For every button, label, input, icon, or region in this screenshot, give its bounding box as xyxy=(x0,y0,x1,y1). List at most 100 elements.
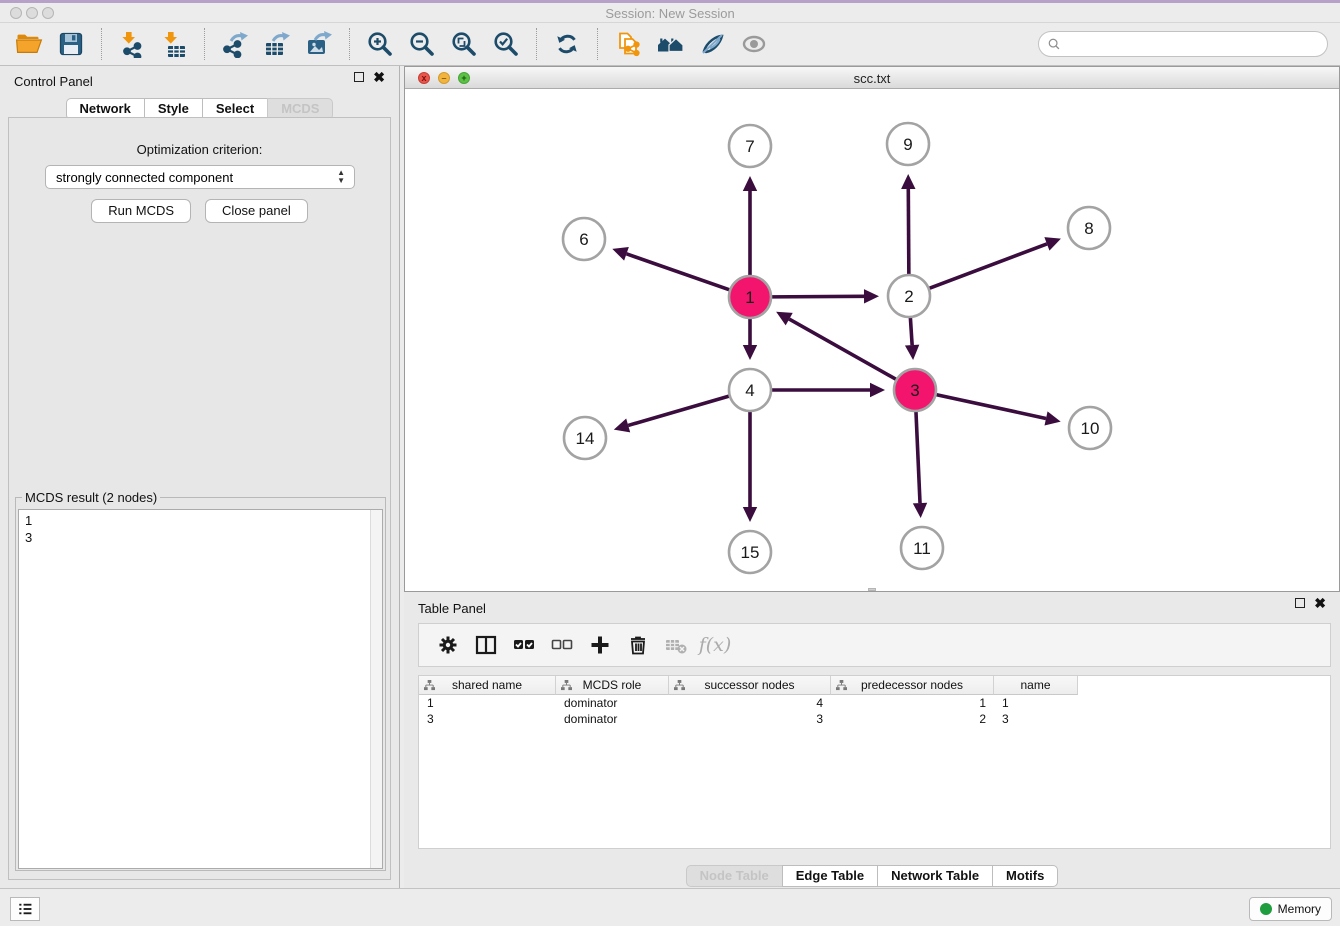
graph-edge-2-9[interactable] xyxy=(908,189,909,275)
control-panel-close-button[interactable]: ✖ xyxy=(373,72,385,82)
edge-arrowhead xyxy=(905,345,919,360)
table-cell[interactable]: 1 xyxy=(831,695,994,711)
table-row[interactable]: 1dominator411 xyxy=(419,695,1330,711)
column-header-MCDS-role[interactable]: MCDS role xyxy=(556,676,669,695)
split-columns-button[interactable] xyxy=(471,629,501,661)
tab-edge-table[interactable]: Edge Table xyxy=(782,865,878,887)
control-panel: Control Panel ✖ NetworkStyleSelectMCDS O… xyxy=(0,66,400,888)
table-cell[interactable]: 2 xyxy=(831,711,994,727)
task-history-button[interactable] xyxy=(10,897,40,921)
hide-graphics-details-button[interactable] xyxy=(696,27,728,61)
control-panel-float-button[interactable] xyxy=(354,72,364,82)
zoom-selected-icon xyxy=(492,30,520,58)
graph-node-label: 9 xyxy=(903,135,912,154)
show-details-icon xyxy=(740,30,768,58)
duplicate-network-button[interactable] xyxy=(612,27,644,61)
edge-arrowhead xyxy=(743,345,757,360)
table-cell[interactable]: dominator xyxy=(556,711,669,727)
search-input[interactable] xyxy=(1066,34,1327,54)
export-image-button[interactable] xyxy=(303,27,335,61)
add-column-button[interactable] xyxy=(585,629,615,661)
tab-motifs[interactable]: Motifs xyxy=(992,865,1058,887)
hide-graphics-details-icon xyxy=(698,30,726,58)
show-details-button[interactable] xyxy=(738,27,770,61)
tab-node-table[interactable]: Node Table xyxy=(686,865,783,887)
save-session-icon xyxy=(57,30,85,58)
graph-edge-2-8[interactable] xyxy=(929,244,1047,289)
table-panel-close-button[interactable]: ✖ xyxy=(1314,598,1326,608)
network-window-titlebar: x – + scc.txt xyxy=(405,67,1339,89)
import-network-icon xyxy=(118,30,146,58)
close-panel-button[interactable]: Close panel xyxy=(205,199,308,223)
edge-arrowhead xyxy=(614,419,630,433)
column-type-icon xyxy=(836,680,847,691)
import-network-button[interactable] xyxy=(116,27,148,61)
graph-edge-1-6[interactable] xyxy=(626,254,730,290)
export-image-icon xyxy=(305,30,333,58)
delete-column-button[interactable] xyxy=(623,629,653,661)
splitter-handle[interactable] xyxy=(868,588,876,591)
import-table-button[interactable] xyxy=(158,27,190,61)
table-cell[interactable]: 1 xyxy=(994,695,1078,711)
select-all-icon xyxy=(513,634,535,656)
zoom-selected-button[interactable] xyxy=(490,27,522,61)
toolbar-separator xyxy=(536,28,537,60)
table-panel-title: Table Panel xyxy=(418,601,486,616)
column-type-icon xyxy=(561,680,572,691)
add-column-icon xyxy=(589,634,611,656)
save-session-button[interactable] xyxy=(55,27,87,61)
deselect-all-icon xyxy=(551,634,573,656)
table-cell[interactable]: 3 xyxy=(419,711,556,727)
mcds-result-area[interactable]: 1 3 xyxy=(18,509,383,869)
table-row[interactable]: 3dominator323 xyxy=(419,711,1330,727)
refresh-layout-button[interactable] xyxy=(551,27,583,61)
zoom-fit-button[interactable] xyxy=(448,27,480,61)
delete-table-icon xyxy=(665,634,687,656)
column-header-name[interactable]: name xyxy=(994,676,1078,695)
deselect-all-button[interactable] xyxy=(547,629,577,661)
window-title: Session: New Session xyxy=(0,6,1340,21)
table-cell[interactable]: 4 xyxy=(669,695,831,711)
table-cell[interactable]: 3 xyxy=(994,711,1078,727)
memory-button[interactable]: Memory xyxy=(1249,897,1332,921)
export-table-button[interactable] xyxy=(261,27,293,61)
table-toolbar: f(x) xyxy=(418,623,1331,667)
column-header-predecessor-nodes[interactable]: predecessor nodes xyxy=(831,676,994,695)
zoom-in-button[interactable] xyxy=(364,27,396,61)
home-button[interactable] xyxy=(654,27,686,61)
graph-edge-1-2[interactable] xyxy=(771,296,864,297)
column-header-successor-nodes[interactable]: successor nodes xyxy=(669,676,831,695)
memory-status-icon xyxy=(1260,903,1272,915)
graph-edge-3-1[interactable] xyxy=(789,319,897,380)
graph-edge-4-14[interactable] xyxy=(628,396,730,426)
graph-node-label: 15 xyxy=(741,543,760,562)
run-mcds-button[interactable]: Run MCDS xyxy=(91,199,191,223)
table-body: 1dominator4113dominator323 xyxy=(419,695,1330,727)
edge-arrowhead xyxy=(1044,411,1060,425)
table-panel-float-button[interactable] xyxy=(1295,598,1305,608)
list-icon xyxy=(15,899,35,919)
tab-network-table[interactable]: Network Table xyxy=(877,865,993,887)
column-header-shared-name[interactable]: shared name xyxy=(419,676,556,695)
delete-table-button xyxy=(661,629,691,661)
export-network-button[interactable] xyxy=(219,27,251,61)
table-cell[interactable]: dominator xyxy=(556,695,669,711)
graph-edge-3-11[interactable] xyxy=(916,411,920,503)
open-session-button[interactable] xyxy=(13,27,45,61)
export-table-icon xyxy=(263,30,291,58)
graph-edge-2-3[interactable] xyxy=(910,317,912,345)
open-session-icon xyxy=(15,30,43,58)
criterion-select[interactable]: strongly connected component ▲▼ xyxy=(45,165,355,189)
select-all-button[interactable] xyxy=(509,629,539,661)
table-cell[interactable]: 3 xyxy=(669,711,831,727)
graph-node-label: 11 xyxy=(913,539,931,558)
settings-button[interactable] xyxy=(433,629,463,661)
result-scrollbar[interactable] xyxy=(370,510,382,868)
search-icon xyxy=(1047,37,1061,51)
table-cell[interactable]: 1 xyxy=(419,695,556,711)
settings-icon xyxy=(437,634,459,656)
graph-edge-3-10[interactable] xyxy=(936,394,1047,418)
zoom-out-button[interactable] xyxy=(406,27,438,61)
optimization-criterion-label: Optimization criterion: xyxy=(9,142,390,157)
network-canvas[interactable]: 7968124314101511 xyxy=(405,89,1339,591)
